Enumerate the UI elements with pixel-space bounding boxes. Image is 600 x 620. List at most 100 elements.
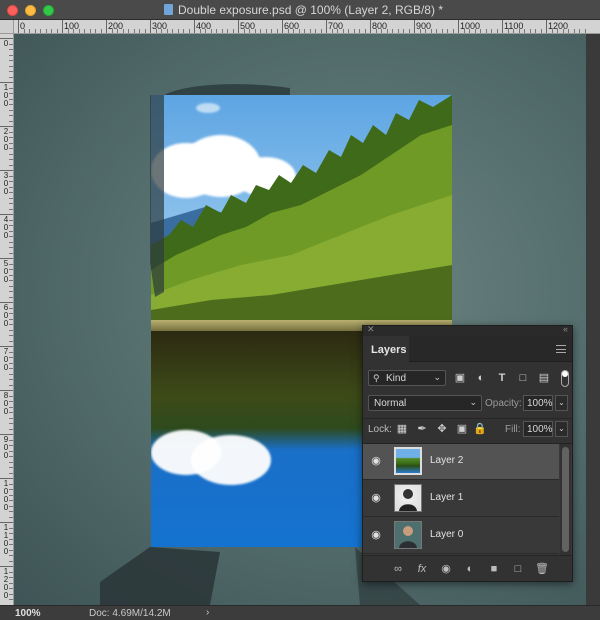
lock-artboard-icon[interactable]: ▣ bbox=[455, 422, 469, 436]
adjustment-icon[interactable]: ◐ bbox=[463, 562, 477, 576]
ruler-minor-tick bbox=[524, 29, 525, 33]
ruler-minor-tick bbox=[9, 412, 13, 413]
ruler-minor-tick bbox=[320, 29, 322, 33]
shape-filter-icon[interactable]: □ bbox=[516, 371, 530, 385]
ruler-minor-tick bbox=[9, 225, 13, 226]
ruler-minor-tick bbox=[155, 29, 157, 33]
ruler-label: 500 bbox=[240, 21, 256, 31]
panel-header-strip: ✕ « bbox=[363, 324, 572, 336]
ruler-minor-tick bbox=[436, 29, 437, 33]
ruler-minor-tick bbox=[9, 307, 13, 309]
close-window-button[interactable] bbox=[7, 5, 18, 16]
ruler-minor-tick bbox=[9, 181, 13, 182]
folder-icon[interactable]: ■ bbox=[487, 562, 501, 576]
ruler-minor-tick bbox=[128, 29, 129, 33]
type-filter-icon[interactable]: T bbox=[495, 371, 509, 385]
ruler-minor-tick bbox=[89, 29, 91, 33]
mask-icon[interactable]: ◉ bbox=[439, 562, 453, 576]
filter-kind-select[interactable]: ⚲ Kind ⌄ bbox=[368, 370, 446, 386]
document-size[interactable]: Doc: 4.69M/14.2M bbox=[89, 608, 171, 619]
ruler-minor-tick bbox=[9, 49, 13, 50]
vertical-ruler[interactable]: 01 0 02 0 03 0 04 0 05 0 06 0 07 0 08 0 … bbox=[0, 34, 14, 605]
fx-icon[interactable]: fx bbox=[415, 562, 429, 576]
lock-label: Lock: bbox=[368, 424, 392, 435]
filter-toggle-switch[interactable] bbox=[561, 370, 569, 387]
ruler-minor-tick bbox=[513, 29, 514, 33]
ruler-minor-tick bbox=[9, 335, 13, 336]
visibility-eye-icon[interactable]: ◉ bbox=[369, 529, 383, 541]
ruler-minor-tick bbox=[9, 401, 13, 402]
ruler-tick bbox=[502, 20, 503, 33]
ruler-minor-tick bbox=[9, 280, 13, 281]
ruler-minor-tick bbox=[133, 29, 135, 33]
zoom-level[interactable]: 100% bbox=[15, 608, 41, 619]
tab-layers[interactable]: Layers bbox=[363, 336, 409, 362]
lock-row: Lock: ▦ ✒ ✥ ▣ 🔒 Fill: 100% ⌄ bbox=[363, 418, 572, 438]
panel-menu-icon[interactable] bbox=[556, 345, 566, 353]
ruler-tick bbox=[194, 20, 195, 33]
visibility-eye-icon[interactable]: ◉ bbox=[369, 455, 383, 467]
maximize-window-button[interactable] bbox=[43, 5, 54, 16]
trash-icon[interactable]: 🗑 bbox=[535, 562, 549, 576]
ruler-minor-tick bbox=[540, 29, 542, 33]
ruler-minor-tick bbox=[9, 137, 13, 138]
ruler-minor-tick bbox=[117, 29, 118, 33]
layer-row-layer-2[interactable]: ◉ Layer 2 bbox=[363, 444, 559, 480]
ruler-minor-tick bbox=[9, 98, 13, 100]
ruler-minor-tick bbox=[315, 29, 316, 33]
ruler-minor-tick bbox=[9, 423, 13, 424]
ruler-minor-tick bbox=[9, 54, 13, 56]
ruler-minor-tick bbox=[485, 29, 487, 33]
ruler-minor-tick bbox=[496, 29, 498, 33]
ruler-minor-tick bbox=[95, 29, 96, 33]
horizontal-ruler[interactable]: 0 100 200 300 400 500 600 700 800 900 1000 1100 1200 bbox=[14, 20, 600, 34]
fill-dropdown-icon[interactable]: ⌄ bbox=[555, 421, 568, 437]
ruler-minor-tick bbox=[293, 29, 294, 33]
ruler-minor-tick bbox=[9, 351, 13, 353]
ruler-label: 1 2 0 0 bbox=[3, 567, 9, 600]
adjustment-filter-icon[interactable]: ◐ bbox=[474, 371, 488, 385]
ruler-origin[interactable] bbox=[0, 20, 14, 34]
pixel-filter-icon[interactable]: ▣ bbox=[453, 371, 467, 385]
ruler-minor-tick bbox=[9, 577, 13, 578]
ruler-minor-tick bbox=[9, 324, 13, 325]
layer-row-layer-1[interactable]: ◉ Layer 1 bbox=[363, 481, 559, 517]
blend-mode-select[interactable]: Normal ⌄ bbox=[368, 395, 482, 411]
collapse-panel-icon[interactable]: « bbox=[563, 324, 568, 334]
ruler-minor-tick bbox=[9, 104, 13, 105]
new-layer-icon[interactable]: □ bbox=[511, 562, 525, 576]
lock-position-icon[interactable]: ✥ bbox=[435, 422, 449, 436]
link-icon[interactable]: ∞ bbox=[391, 562, 405, 576]
layer-list-scrollbar[interactable] bbox=[560, 444, 571, 556]
lock-pixels-icon[interactable]: ✒ bbox=[415, 422, 429, 436]
ruler-minor-tick bbox=[9, 527, 13, 529]
smart-object-filter-icon[interactable]: ▤ bbox=[537, 371, 551, 385]
ruler-minor-tick bbox=[9, 241, 13, 243]
layer-row-layer-0[interactable]: ◉ Layer 0 bbox=[363, 518, 559, 554]
ruler-tick bbox=[414, 20, 415, 33]
ruler-minor-tick bbox=[9, 230, 13, 232]
lock-transparency-icon[interactable]: ▦ bbox=[395, 422, 409, 436]
visibility-eye-icon[interactable]: ◉ bbox=[369, 492, 383, 504]
ruler-minor-tick bbox=[9, 197, 13, 199]
opacity-field[interactable]: 100% bbox=[523, 395, 553, 411]
scrollbar-thumb[interactable] bbox=[562, 447, 569, 552]
canvas-vertical-scroll[interactable] bbox=[586, 34, 600, 605]
ruler-minor-tick bbox=[562, 29, 564, 33]
ruler-minor-tick bbox=[9, 588, 13, 589]
ruler-minor-tick bbox=[9, 329, 13, 331]
lock-all-icon[interactable]: 🔒 bbox=[473, 422, 487, 436]
ruler-minor-tick bbox=[337, 29, 338, 33]
ruler-label: 400 bbox=[196, 21, 212, 31]
opacity-dropdown-icon[interactable]: ⌄ bbox=[555, 395, 568, 411]
minimize-window-button[interactable] bbox=[25, 5, 36, 16]
ruler-tick bbox=[458, 20, 459, 33]
ruler-minor-tick bbox=[381, 29, 382, 33]
fill-field[interactable]: 100% bbox=[523, 421, 553, 437]
close-panel-icon[interactable]: ✕ bbox=[367, 324, 375, 335]
ruler-minor-tick bbox=[375, 29, 377, 33]
ruler-minor-tick bbox=[9, 203, 13, 204]
ruler-minor-tick bbox=[9, 516, 13, 518]
ruler-minor-tick bbox=[265, 29, 267, 33]
status-menu-arrow[interactable]: › bbox=[206, 607, 209, 618]
